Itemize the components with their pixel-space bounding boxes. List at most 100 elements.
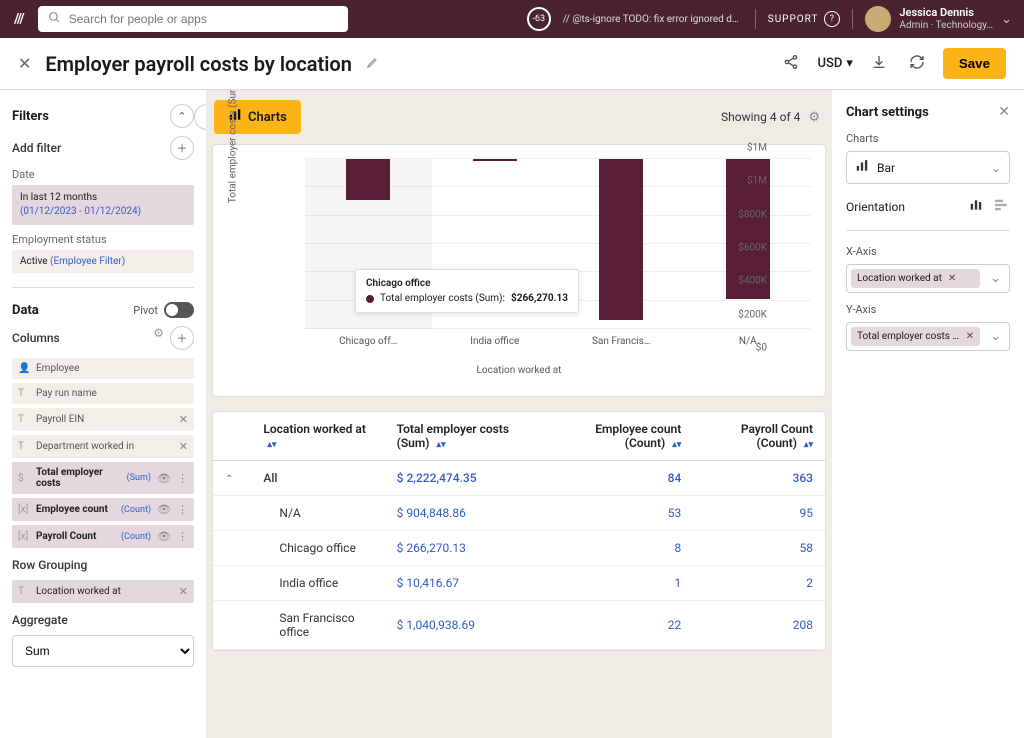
search-icon bbox=[48, 11, 61, 28]
chart-options-icon[interactable]: ⚙ bbox=[808, 110, 826, 125]
column-type-icon: 👤 bbox=[18, 363, 30, 374]
row-value[interactable]: 22 bbox=[548, 601, 693, 650]
yaxis-select[interactable]: Total employer costs (S… ✕ ⌄ bbox=[846, 322, 1010, 351]
column-type-icon: [x] bbox=[18, 504, 30, 515]
row-value[interactable]: $ 2,222,474.35 bbox=[385, 461, 549, 496]
visibility-icon[interactable]: 👁 bbox=[157, 530, 171, 543]
row-value[interactable]: 2 bbox=[693, 566, 825, 601]
table-header[interactable]: Location worked at ▴▾ bbox=[251, 412, 384, 461]
column-item[interactable]: TPay run name bbox=[12, 383, 194, 404]
save-button[interactable]: Save bbox=[943, 48, 1006, 79]
y-tick: $400K bbox=[738, 276, 767, 287]
search-input[interactable] bbox=[69, 12, 338, 26]
pivot-toggle[interactable] bbox=[164, 302, 194, 318]
yaxis-chip[interactable]: Total employer costs (S… ✕ bbox=[851, 327, 980, 346]
help-icon: ? bbox=[824, 11, 840, 27]
remove-column-icon[interactable]: ✕ bbox=[179, 440, 188, 453]
todo-banner[interactable]: // @ts-ignore TODO: fix error ignored du… bbox=[563, 14, 743, 25]
columns-label: Columns bbox=[12, 331, 60, 345]
add-filter-link[interactable]: Add filter bbox=[12, 141, 61, 155]
row-value[interactable]: 8 bbox=[548, 531, 693, 566]
sort-icon[interactable]: ▴▾ bbox=[267, 440, 276, 450]
row-value[interactable]: 363 bbox=[693, 461, 825, 496]
table-header[interactable]: Payroll Count (Count) ▴▾ bbox=[693, 412, 825, 461]
column-item[interactable]: TPayroll EIN✕ bbox=[12, 408, 194, 431]
xaxis-select[interactable]: Location worked at ✕ ⌄ bbox=[846, 264, 1010, 293]
download-icon[interactable] bbox=[867, 50, 891, 78]
row-group-item[interactable]: T Location worked at ✕ bbox=[12, 580, 194, 603]
chevron-down-icon: ⌄ bbox=[1001, 12, 1012, 27]
table-row[interactable]: San Francisco office$ 1,040,938.6922208 bbox=[213, 601, 825, 650]
row-value[interactable]: 84 bbox=[548, 461, 693, 496]
emp-status-pill[interactable]: Active (Employee Filter) bbox=[12, 250, 194, 273]
add-column-button[interactable]: ＋ bbox=[170, 326, 194, 350]
collapse-up-button[interactable]: ⌃ bbox=[170, 104, 194, 128]
user-name: Jessica Dennis bbox=[899, 6, 993, 19]
currency-select[interactable]: USD ▾ bbox=[817, 56, 852, 71]
row-value[interactable]: 53 bbox=[548, 496, 693, 531]
row-value[interactable]: $ 10,416.67 bbox=[385, 566, 549, 601]
sort-icon[interactable]: ▴▾ bbox=[804, 440, 813, 450]
orientation-label: Orientation bbox=[846, 200, 905, 214]
search-input-wrapper[interactable] bbox=[38, 6, 348, 32]
column-item[interactable]: TDepartment worked in✕ bbox=[12, 435, 194, 458]
refresh-icon[interactable] bbox=[905, 50, 929, 78]
date-filter-pill[interactable]: In last 12 months (01/12/2023 - 01/12/20… bbox=[12, 185, 194, 225]
visibility-icon[interactable]: 👁 bbox=[157, 503, 171, 516]
row-value[interactable]: 58 bbox=[693, 531, 825, 566]
remove-row-group-icon[interactable]: ✕ bbox=[179, 585, 188, 598]
table-row[interactable]: India office$ 10,416.6712 bbox=[213, 566, 825, 601]
column-type-icon: T bbox=[18, 441, 30, 452]
table-row[interactable]: N/A$ 904,848.865395 bbox=[213, 496, 825, 531]
table-header[interactable]: Employee count (Count) ▴▾ bbox=[548, 412, 693, 461]
counter-ring[interactable]: -63 bbox=[527, 7, 551, 31]
row-value[interactable]: $ 266,270.13 bbox=[385, 531, 549, 566]
orientation-vertical-icon[interactable] bbox=[968, 198, 984, 216]
column-type-icon: $ bbox=[18, 473, 30, 484]
column-item[interactable]: $Total employer costs(Sum)👁⋮ bbox=[12, 462, 194, 494]
orientation-horizontal-icon[interactable] bbox=[994, 198, 1010, 216]
table-row[interactable]: Chicago office$ 266,270.13858 bbox=[213, 531, 825, 566]
row-value[interactable]: 1 bbox=[548, 566, 693, 601]
visibility-icon[interactable]: 👁 bbox=[157, 472, 171, 485]
remove-yaxis-icon[interactable]: ✕ bbox=[966, 331, 974, 342]
row-value[interactable]: $ 1,040,938.69 bbox=[385, 601, 549, 650]
x-tick: India office bbox=[432, 336, 559, 347]
divider bbox=[755, 9, 756, 29]
sort-icon[interactable]: ▴▾ bbox=[672, 440, 681, 450]
chevron-down-icon: ⌄ bbox=[986, 271, 1005, 286]
logo-icon[interactable]: /// bbox=[12, 11, 26, 27]
row-value[interactable]: $ 904,848.86 bbox=[385, 496, 549, 531]
edit-title-icon[interactable] bbox=[366, 55, 380, 73]
user-menu[interactable]: Jessica Dennis Admin · Technology… ⌄ bbox=[865, 6, 1012, 32]
emp-status-label: Employment status bbox=[12, 233, 194, 246]
column-item[interactable]: [x]Payroll Count(Count)👁⋮ bbox=[12, 525, 194, 548]
table-row[interactable]: ⌃All$ 2,222,474.3584363 bbox=[213, 461, 825, 496]
x-tick: N/A bbox=[685, 336, 812, 347]
sidebar-filters: Filters ⌃ ‹ Add filter ＋ Date In last 12… bbox=[0, 90, 206, 738]
chart-type-select[interactable]: Bar ⌄ bbox=[846, 151, 1010, 184]
close-icon[interactable]: ✕ bbox=[18, 54, 31, 73]
close-settings-icon[interactable]: ✕ bbox=[998, 104, 1010, 120]
support-link[interactable]: SUPPORT ? bbox=[768, 11, 841, 27]
sort-icon[interactable]: ▴▾ bbox=[436, 440, 445, 450]
sidebar-collapse-button[interactable]: ‹ bbox=[194, 104, 206, 130]
topbar: /// -63 // @ts-ignore TODO: fix error ig… bbox=[0, 0, 1024, 38]
column-item[interactable]: 👤Employee bbox=[12, 358, 194, 379]
xaxis-chip[interactable]: Location worked at ✕ bbox=[851, 269, 980, 288]
column-item[interactable]: [x]Employee count(Count)👁⋮ bbox=[12, 498, 194, 521]
table-header[interactable]: Total employer costs (Sum) ▴▾ bbox=[385, 412, 549, 461]
add-filter-button[interactable]: ＋ bbox=[170, 136, 194, 160]
chart-settings-heading: Chart settings bbox=[846, 105, 929, 120]
column-menu-icon[interactable]: ⋮ bbox=[177, 503, 188, 516]
row-value[interactable]: 95 bbox=[693, 496, 825, 531]
column-menu-icon[interactable]: ⋮ bbox=[177, 530, 188, 543]
share-icon[interactable] bbox=[779, 50, 803, 78]
remove-xaxis-icon[interactable]: ✕ bbox=[948, 273, 956, 284]
collapse-row-icon[interactable]: ⌃ bbox=[225, 474, 239, 485]
row-value[interactable]: 208 bbox=[693, 601, 825, 650]
aggregate-select[interactable]: Sum bbox=[12, 635, 194, 667]
remove-column-icon[interactable]: ✕ bbox=[179, 413, 188, 426]
column-menu-icon[interactable]: ⋮ bbox=[177, 472, 188, 485]
columns-settings-icon[interactable]: ⚙ bbox=[153, 326, 164, 350]
